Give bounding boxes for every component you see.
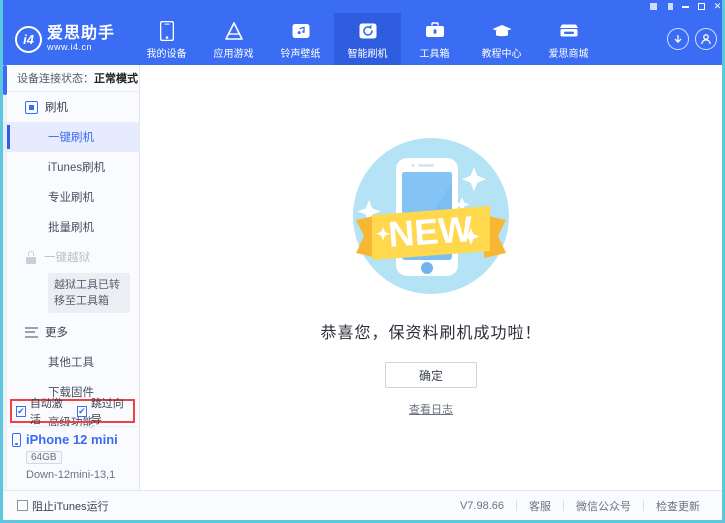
sidebar-item-label: 一键刷机: [48, 129, 94, 145]
new-badge-phone-illustration: NEW: [338, 123, 524, 309]
minimize-icon[interactable]: [679, 1, 692, 12]
device-connection-status: 设备连接状态：正常模式: [3, 65, 139, 92]
ribbon-text: NEW: [387, 208, 474, 255]
close-icon[interactable]: ✕: [711, 1, 724, 12]
device-identifier: Down-12mini-13,1: [26, 469, 140, 481]
device-status-value: 正常模式: [94, 70, 138, 86]
nav-item-store[interactable]: 爱思商城: [535, 13, 602, 65]
sidebar-scrollbar-thumb[interactable]: [3, 65, 7, 95]
account-icon[interactable]: [695, 28, 717, 50]
apps-icon: [223, 20, 245, 42]
download-icon[interactable]: [667, 28, 689, 50]
nav-label: 教程中心: [482, 45, 522, 60]
status-bar: 阻止iTunes运行 V7.98.66 客服 微信公众号 检查更新: [3, 490, 722, 520]
jailbreak-tooltip: 越狱工具已转移至工具箱: [48, 273, 130, 313]
logo-url: www.i4.cn: [47, 43, 115, 52]
logo-mark-icon: i4: [15, 26, 42, 53]
graduation-icon: [491, 20, 513, 42]
sidebar-item-label: iTunes刷机: [48, 159, 105, 175]
version-label: V7.98.66: [448, 500, 516, 512]
logo-name: 爱思助手: [47, 26, 115, 43]
nav-item-my-device[interactable]: 我的设备: [133, 13, 200, 65]
sidebar-item-one-click-flash[interactable]: 一键刷机: [3, 122, 139, 152]
main-content: NEW 恭喜您，保资料刷机成功啦！ 确定 查看日志: [140, 65, 722, 490]
sidebar-group-jailbreak: 一键越狱: [3, 242, 139, 272]
nav-label: 我的设备: [147, 45, 187, 60]
device-status-label: 设备连接状态：: [17, 70, 94, 86]
device-name: iPhone 12 mini: [26, 432, 118, 447]
sidebar: 设备连接状态：正常模式 刷机 一键刷机 iTunes刷机 专业刷机 批量刷机 一…: [3, 65, 140, 490]
sidebar-item-itunes-flash[interactable]: iTunes刷机: [3, 152, 139, 182]
sidebar-group-label: 刷机: [45, 99, 68, 115]
nav-label: 爱思商城: [549, 45, 589, 60]
sidebar-group-label: 更多: [45, 324, 68, 340]
gift-icon[interactable]: [647, 1, 660, 12]
status-bar-links: V7.98.66 客服 微信公众号 检查更新: [448, 498, 712, 514]
nav-item-smart-flash[interactable]: 智能刷机: [334, 13, 401, 65]
check-update-link[interactable]: 检查更新: [644, 498, 712, 514]
sidebar-item-label: 其他工具: [48, 354, 94, 370]
device-capacity-badge: 64GB: [26, 451, 62, 464]
refresh-icon: [358, 20, 378, 42]
flash-options-highlight: 自动激活 跳过向导: [10, 399, 135, 423]
wechat-link[interactable]: 微信公众号: [564, 498, 643, 514]
list-icon: [25, 327, 38, 338]
checkbox-label: 自动激活: [30, 395, 68, 427]
app-body: 设备连接状态：正常模式 刷机 一键刷机 iTunes刷机 专业刷机 批量刷机 一…: [3, 65, 722, 490]
sidebar-item-label: 专业刷机: [48, 189, 94, 205]
sidebar-group-more: 更多: [3, 317, 139, 347]
support-link[interactable]: 客服: [517, 498, 563, 514]
header-actions: [656, 13, 725, 65]
checkbox-label: 跳过向导: [91, 395, 129, 427]
panel-icon[interactable]: [663, 1, 676, 12]
auto-activate-checkbox[interactable]: 自动激活: [16, 395, 68, 427]
store-icon: [558, 20, 580, 42]
nav-label: 工具箱: [420, 45, 450, 60]
phone-icon: [12, 433, 21, 447]
sidebar-item-label: 批量刷机: [48, 219, 94, 235]
sidebar-group-flash: 刷机: [3, 92, 139, 122]
connected-device-card[interactable]: iPhone 12 mini 64GB Down-12mini-13,1: [3, 426, 140, 490]
main-navigation: 我的设备 应用游戏 铃声壁纸 智能刷机: [133, 13, 656, 65]
lock-icon: [25, 251, 37, 264]
sidebar-item-other-tools[interactable]: 其他工具: [3, 347, 139, 377]
checkbox-label: 阻止iTunes运行: [32, 498, 109, 514]
sidebar-item-batch-flash[interactable]: 批量刷机: [3, 212, 139, 242]
view-log-link[interactable]: 查看日志: [409, 401, 453, 417]
music-icon: [291, 20, 311, 42]
nav-item-toolbox[interactable]: 工具箱: [401, 13, 468, 65]
checkbox-box[interactable]: [17, 500, 28, 511]
nav-item-ringtones-wallpapers[interactable]: 铃声壁纸: [267, 13, 334, 65]
block-itunes-checkbox[interactable]: 阻止iTunes运行: [17, 498, 109, 514]
sidebar-group-label: 一键越狱: [44, 249, 90, 265]
skip-wizard-checkbox[interactable]: 跳过向导: [77, 395, 129, 427]
nav-item-apps-games[interactable]: 应用游戏: [200, 13, 267, 65]
sidebar-bottom: 自动激活 跳过向导 iPhone 12 mini 64GB Down-12min…: [3, 399, 140, 490]
flash-icon: [25, 101, 38, 114]
maximize-icon[interactable]: [695, 1, 708, 12]
success-message: 恭喜您，保资料刷机成功啦！: [320, 319, 541, 343]
app-logo: i4 爱思助手 www.i4.cn: [3, 13, 133, 65]
nav-label: 铃声壁纸: [281, 45, 321, 60]
phone-icon: [160, 20, 174, 42]
checkbox-box[interactable]: [16, 406, 26, 417]
nav-item-tutorials[interactable]: 教程中心: [468, 13, 535, 65]
sidebar-item-pro-flash[interactable]: 专业刷机: [3, 182, 139, 212]
toolbox-icon: [424, 20, 446, 42]
checkbox-box[interactable]: [77, 406, 87, 417]
app-header: i4 爱思助手 www.i4.cn 我的设备 应用游戏: [3, 13, 725, 65]
nav-label: 应用游戏: [214, 45, 254, 60]
nav-label: 智能刷机: [348, 45, 388, 60]
device-name-row: iPhone 12 mini: [12, 432, 140, 447]
confirm-button[interactable]: 确定: [385, 362, 477, 388]
title-bar: ✕: [3, 0, 725, 13]
i4-assistant-window: ✕ i4 爱思助手 www.i4.cn 我的设备 应用游戏: [0, 0, 725, 523]
